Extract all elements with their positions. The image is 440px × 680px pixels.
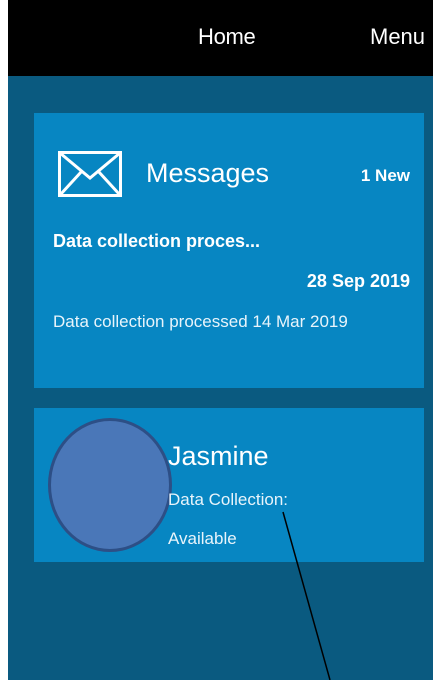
menu-button[interactable]: Menu (370, 24, 425, 50)
envelope-icon (58, 151, 122, 197)
latest-message-subject[interactable]: Data collection proces... (53, 231, 260, 252)
page-title: Home (198, 24, 256, 49)
previous-message-item[interactable]: Data collection processed 14 Mar 2019 (53, 312, 413, 332)
messages-card[interactable]: Messages 1 New Data collection proces...… (34, 113, 424, 388)
new-messages-badge: 1 New (360, 166, 410, 185)
top-nav-bar: Home Menu (8, 0, 433, 76)
app-screen: Home Menu Messages 1 New Data collection… (8, 0, 433, 680)
user-name: Jasmine (168, 441, 269, 471)
user-card[interactable]: Jasmine Data Collection: Available (34, 408, 424, 562)
data-collection-label: Data Collection: (168, 490, 289, 509)
latest-message-date: 28 Sep 2019 (306, 271, 410, 291)
data-collection-status: Available (168, 529, 237, 548)
avatar (48, 418, 172, 552)
messages-title: Messages (146, 158, 270, 188)
